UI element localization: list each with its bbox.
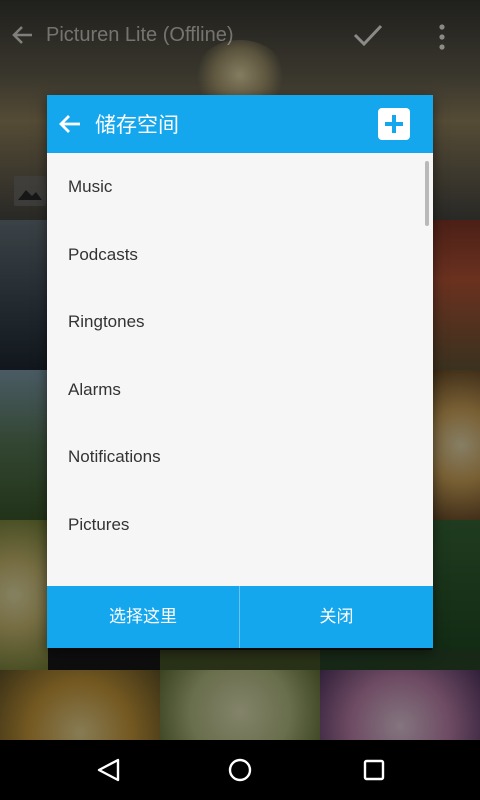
back-arrow-icon[interactable] bbox=[10, 22, 36, 48]
storage-dialog: 储存空间 Music Podcasts Ringtones Alarms Not… bbox=[47, 95, 433, 648]
dialog-footer: 选择这里 关闭 bbox=[47, 586, 433, 648]
navigation-bar bbox=[0, 740, 480, 800]
close-button[interactable]: 关闭 bbox=[240, 586, 433, 648]
folder-item-pictures[interactable]: Pictures bbox=[47, 491, 433, 559]
dialog-header: 储存空间 bbox=[47, 95, 433, 153]
scrollbar[interactable] bbox=[425, 161, 429, 226]
nav-recents-icon[interactable] bbox=[354, 755, 394, 785]
back-arrow-icon[interactable] bbox=[57, 111, 83, 137]
add-icon[interactable] bbox=[378, 108, 410, 140]
nav-back-icon[interactable] bbox=[88, 755, 128, 785]
folder-item-music[interactable]: Music bbox=[47, 153, 433, 221]
more-vert-icon[interactable] bbox=[436, 22, 448, 52]
folder-item-alarms[interactable]: Alarms bbox=[47, 356, 433, 424]
folder-list: Music Podcasts Ringtones Alarms Notifica… bbox=[47, 153, 433, 585]
app-bar: Picturen Lite (Offline) bbox=[0, 0, 480, 76]
app-title: Picturen Lite (Offline) bbox=[46, 24, 234, 46]
folder-item-ringtones[interactable]: Ringtones bbox=[47, 288, 433, 356]
dialog-title: 储存空间 bbox=[95, 113, 179, 137]
folder-item-notifications[interactable]: Notifications bbox=[47, 423, 433, 491]
nav-home-icon[interactable] bbox=[220, 755, 260, 785]
check-icon[interactable] bbox=[352, 22, 384, 48]
select-here-button[interactable]: 选择这里 bbox=[47, 586, 239, 648]
folder-item-podcasts[interactable]: Podcasts bbox=[47, 221, 433, 289]
